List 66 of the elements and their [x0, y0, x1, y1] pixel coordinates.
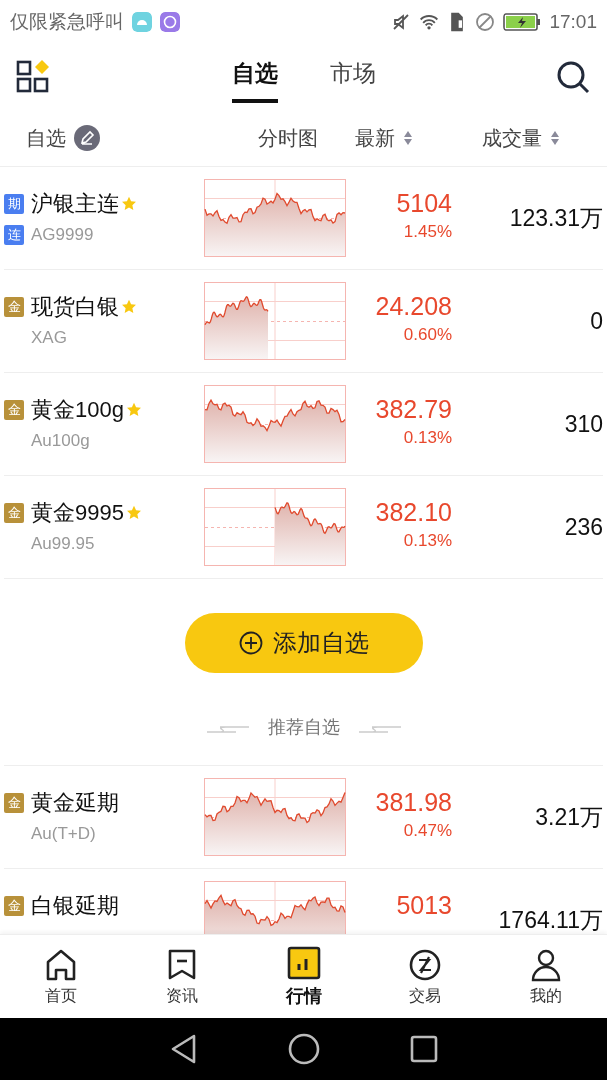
volume-value: 123.31万 — [508, 203, 603, 233]
column-header[interactable]: 最新 — [355, 124, 395, 152]
volume-value: 0 — [589, 307, 603, 335]
latest-price: 5013 — [396, 891, 452, 920]
market-tag: 金 — [4, 503, 24, 523]
header-tab[interactable]: 自选 — [231, 51, 278, 103]
nav-tab[interactable]: 资讯 — [121, 935, 243, 1018]
blocked-icon — [475, 12, 496, 32]
market-tag: 连 — [4, 225, 24, 245]
nav-tab[interactable]: 首页 — [0, 935, 122, 1018]
market-tag: 金 — [4, 400, 24, 420]
star-icon[interactable] — [125, 505, 142, 521]
instrument-name[interactable]: 沪银主连 — [31, 189, 119, 219]
search-icon[interactable] — [555, 59, 591, 95]
latest-price: 24.208 — [375, 292, 452, 321]
instrument-code: Au99.95 — [31, 534, 96, 554]
carrier-text: 仅限紧急呼叫 — [10, 10, 124, 34]
apps-icon[interactable] — [16, 59, 52, 95]
volume-value: 236 — [563, 513, 603, 541]
instrument-code: Au(T+D) — [31, 824, 97, 844]
instrument-name[interactable]: 现货白银 — [31, 292, 119, 322]
volume-value: 1764.11万 — [497, 905, 603, 934]
section-title: 推荐自选 — [267, 716, 340, 739]
wifi-icon — [419, 12, 440, 32]
nav-tab[interactable]: 行情 — [242, 935, 365, 1018]
market-tag: 金 — [4, 297, 24, 317]
column-header: 自选 — [26, 125, 66, 151]
instrument-name[interactable]: 白银延期 — [31, 891, 119, 921]
mute-icon — [391, 12, 412, 32]
latest-price: 5104 — [396, 189, 452, 218]
price-change: 0.47% — [403, 821, 452, 841]
latest-price: 382.10 — [375, 498, 452, 527]
edit-icon[interactable] — [74, 125, 100, 151]
instrument-name[interactable]: 黄金延期 — [31, 788, 119, 818]
plus-icon — [238, 631, 263, 655]
clock-text: 17:01 — [549, 11, 597, 33]
instrument-code: Au100g — [31, 431, 91, 451]
column-header: 分时图 — [258, 126, 318, 149]
instrument-code: AG9999 — [31, 225, 95, 245]
nav-tab[interactable]: 交易 — [364, 935, 486, 1018]
sort-icon[interactable] — [550, 130, 560, 146]
price-change: 1.45% — [403, 222, 452, 242]
market-tag: 金 — [4, 896, 24, 916]
instrument-code: XAG — [31, 328, 68, 348]
star-icon[interactable] — [125, 402, 142, 418]
column-header[interactable]: 成交量 — [482, 124, 542, 152]
home-circle-icon[interactable] — [286, 1032, 321, 1066]
market-tag: 期 — [4, 194, 24, 214]
latest-price: 382.79 — [375, 395, 452, 424]
star-icon[interactable] — [121, 299, 137, 315]
market-tag: 金 — [4, 793, 24, 813]
header-tab[interactable]: 市场 — [329, 51, 376, 103]
price-change: 0.60% — [403, 325, 452, 345]
add-watchlist-button[interactable]: 添加自选 — [184, 613, 423, 673]
bar-chart-icon — [285, 945, 322, 981]
price-change: 0.13% — [403, 531, 452, 551]
volume-value: 310 — [563, 410, 603, 438]
latest-price: 381.98 — [375, 788, 452, 817]
sort-icon[interactable] — [403, 130, 413, 146]
price-change: 0.13% — [403, 428, 452, 448]
star-icon[interactable] — [121, 196, 137, 212]
nav-tab[interactable]: 我的 — [485, 935, 607, 1018]
instrument-name[interactable]: 黄金9995 — [31, 498, 124, 528]
battery-icon — [503, 12, 542, 32]
volume-value: 3.21万 — [534, 802, 603, 832]
instrument-name[interactable]: 黄金100g — [31, 395, 124, 425]
